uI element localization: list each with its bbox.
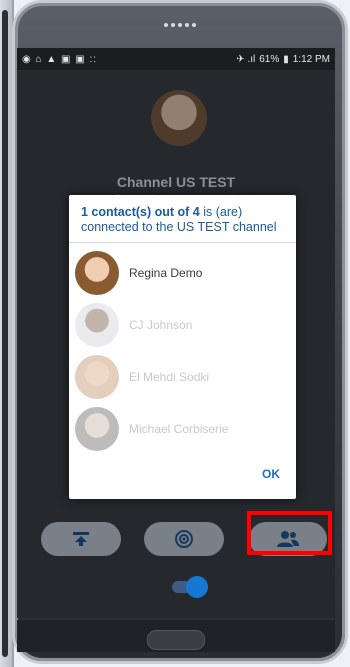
contact-row-regina[interactable]: Regina Demo bbox=[75, 247, 202, 299]
contact-name: El Mehdi Sodki bbox=[129, 370, 210, 384]
highlight-box bbox=[247, 511, 332, 555]
signal-icon: ✈︎ .ıl bbox=[236, 53, 256, 65]
status-bar: ◉ ⌂ ▲ ▣ ▣ :: ✈︎ .ıl 61% ▮ 1:12 PM bbox=[17, 48, 335, 70]
channel-title: Channel US TEST bbox=[116, 174, 236, 190]
dialog-count: 1 contact(s) out of 4 bbox=[81, 205, 200, 219]
notification-icons: ◉ ⌂ ▲ ▣ ▣ :: bbox=[22, 53, 98, 65]
upload-icon bbox=[73, 532, 89, 546]
ok-button[interactable]: OK bbox=[262, 467, 280, 481]
connected-contacts-dialog: 1 contact(s) out of 4 is (are) connected… bbox=[69, 195, 296, 499]
contact-name: CJ Johnson bbox=[129, 318, 193, 332]
upload-button[interactable] bbox=[41, 522, 121, 556]
radio-button[interactable] bbox=[144, 522, 224, 556]
device-bottom-bezel bbox=[17, 620, 335, 652]
clock: 1:12 PM bbox=[292, 53, 330, 65]
battery-level: 61% bbox=[259, 53, 280, 65]
contact-row-elmehdi[interactable]: El Mehdi Sodki bbox=[75, 351, 209, 403]
speaker-grille bbox=[164, 23, 196, 27]
channel-avatar bbox=[151, 90, 207, 146]
battery-icon: ▮ bbox=[283, 53, 289, 65]
dialog-header: 1 contact(s) out of 4 is (are) connected… bbox=[69, 195, 296, 243]
contact-avatar bbox=[75, 303, 119, 347]
contact-row-cj[interactable]: CJ Johnson bbox=[75, 299, 192, 351]
radio-icon bbox=[175, 530, 193, 548]
contact-avatar bbox=[75, 251, 119, 295]
home-button[interactable] bbox=[147, 630, 205, 650]
screen: ◉ ⌂ ▲ ▣ ▣ :: ✈︎ .ıl 61% ▮ 1:12 PM Channe… bbox=[17, 48, 335, 618]
contact-name: Regina Demo bbox=[129, 266, 203, 280]
contact-avatar bbox=[75, 407, 119, 451]
contact-avatar bbox=[75, 355, 119, 399]
contact-row-michael[interactable]: Michael Corbiserie bbox=[75, 403, 228, 455]
contact-name: Michael Corbiserie bbox=[129, 422, 229, 436]
channel-toggle[interactable] bbox=[168, 576, 208, 598]
